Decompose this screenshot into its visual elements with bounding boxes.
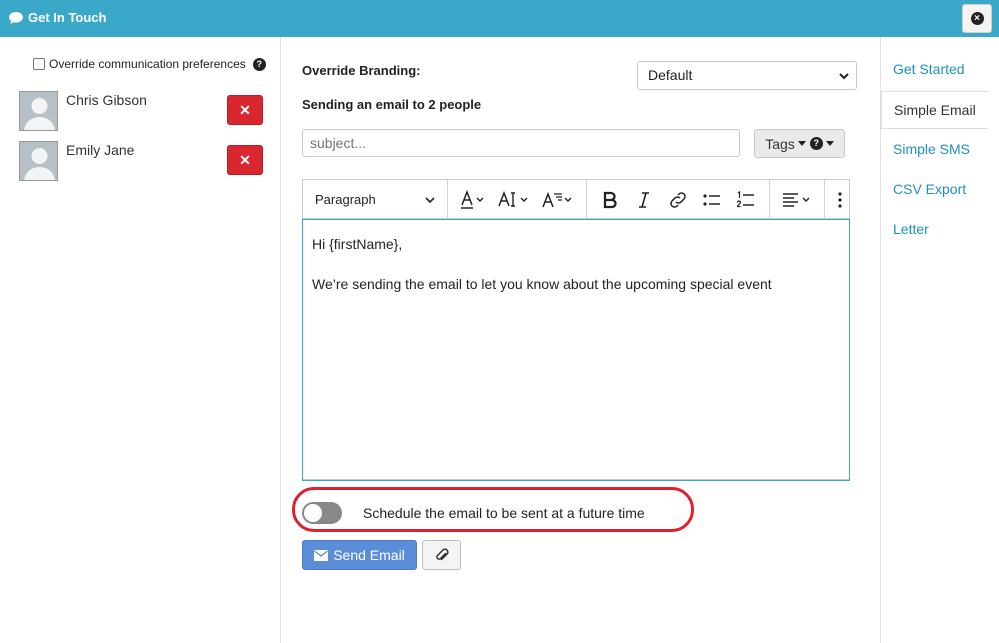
bulleted-list-button[interactable] — [695, 186, 729, 214]
editor-line: Hi {firstName}, — [312, 236, 403, 252]
font-color-icon — [461, 189, 484, 209]
recipients-panel: Override communication preferences ? Chr… — [0, 37, 281, 643]
chevron-down-icon — [839, 73, 849, 80]
sending-count-label: Sending an email to 2 people — [302, 97, 482, 112]
nav-simple-email[interactable]: Simple Email — [881, 91, 988, 129]
override-preferences-row: Override communication preferences ? — [33, 57, 266, 71]
help-icon: ? — [809, 137, 823, 150]
font-family-button[interactable] — [536, 186, 580, 214]
bulleted-list-icon — [703, 193, 720, 206]
align-left-icon — [783, 192, 810, 207]
nav-csv-export[interactable]: CSV Export — [881, 171, 988, 209]
attach-file-button[interactable] — [422, 540, 461, 570]
more-options-button[interactable] — [831, 186, 849, 214]
envelope-icon — [314, 549, 329, 561]
avatar-placeholder-icon — [20, 142, 57, 180]
font-family-icon — [542, 191, 572, 207]
vertical-ellipsis-icon — [838, 191, 842, 208]
numbered-list-button[interactable] — [729, 186, 763, 214]
subject-input[interactable] — [302, 129, 740, 157]
close-icon: ✕ — [239, 151, 251, 168]
tags-dropdown-button[interactable]: Tags ? — [754, 129, 845, 158]
recipient-name: Emily Jane — [66, 142, 135, 158]
link-button[interactable] — [661, 186, 695, 214]
avatar-placeholder-icon — [20, 92, 57, 130]
override-preferences-label: Override communication preferences — [49, 57, 246, 71]
caret-down-icon — [797, 140, 806, 146]
recipient-item: Chris Gibson ✕ — [19, 91, 264, 131]
recipient-name: Chris Gibson — [66, 92, 147, 108]
remove-recipient-button[interactable]: ✕ — [227, 145, 263, 175]
nav-letter[interactable]: Letter — [881, 211, 988, 249]
override-branding-label: Override Branding: — [302, 63, 421, 78]
remove-recipient-button[interactable]: ✕ — [227, 95, 263, 125]
font-size-button[interactable] — [492, 186, 536, 214]
avatar — [19, 91, 58, 131]
editor-toolbar: Paragraph — [303, 180, 849, 219]
caret-down-icon — [825, 140, 834, 146]
nav-get-started[interactable]: Get Started — [881, 51, 988, 89]
dialog-titlebar: Get In Touch × — [0, 0, 999, 37]
toolbar-group-font — [448, 180, 587, 219]
numbered-list-icon — [736, 190, 754, 207]
paperclip-icon — [435, 548, 449, 561]
chevron-down-icon — [425, 196, 435, 203]
bold-button[interactable] — [593, 186, 627, 214]
font-color-button[interactable] — [454, 186, 492, 214]
paragraph-style-label: Paragraph — [315, 192, 376, 207]
schedule-toggle[interactable] — [302, 502, 342, 524]
help-icon[interactable]: ? — [252, 57, 266, 71]
italic-icon — [639, 191, 649, 208]
toggle-knob — [304, 504, 322, 522]
branding-select[interactable]: Default — [637, 61, 857, 90]
font-size-icon — [498, 190, 528, 207]
close-icon: ✕ — [239, 101, 251, 118]
close-icon: × — [970, 12, 984, 25]
close-button[interactable]: × — [962, 4, 992, 33]
toolbar-group-align — [770, 180, 825, 219]
send-email-button[interactable]: Send Email — [302, 540, 417, 570]
rich-text-editor: Paragraph Hi {firstName}, We’re sending … — [302, 179, 850, 481]
composer-nav: Get Started Simple Email Simple SMS CSV … — [880, 37, 999, 643]
chat-bubble-icon — [9, 11, 23, 24]
email-composer: Override Branding: Default Sending an em… — [282, 37, 880, 643]
toolbar-group-more — [825, 180, 855, 219]
send-email-label: Send Email — [333, 547, 405, 563]
italic-button[interactable] — [627, 186, 661, 214]
nav-simple-sms[interactable]: Simple SMS — [881, 131, 988, 169]
schedule-label: Schedule the email to be sent at a futur… — [363, 505, 645, 521]
bold-icon — [603, 191, 617, 208]
editor-content[interactable]: Hi {firstName}, We’re sending the email … — [302, 219, 850, 481]
recipient-item: Emily Jane ✕ — [19, 141, 264, 181]
align-button[interactable] — [776, 186, 818, 214]
override-preferences-checkbox[interactable] — [33, 58, 45, 70]
toolbar-group-format — [587, 180, 770, 219]
dialog-title: Get In Touch — [9, 10, 106, 25]
branding-select-value: Default — [648, 67, 693, 83]
tags-label: Tags — [765, 135, 795, 152]
avatar — [19, 141, 58, 181]
editor-line: We’re sending the email to let you know … — [312, 276, 772, 292]
paragraph-style-dropdown[interactable]: Paragraph — [309, 186, 441, 214]
dialog-title-text: Get In Touch — [28, 10, 107, 25]
link-icon — [670, 191, 686, 208]
toolbar-group-style: Paragraph — [303, 180, 448, 219]
